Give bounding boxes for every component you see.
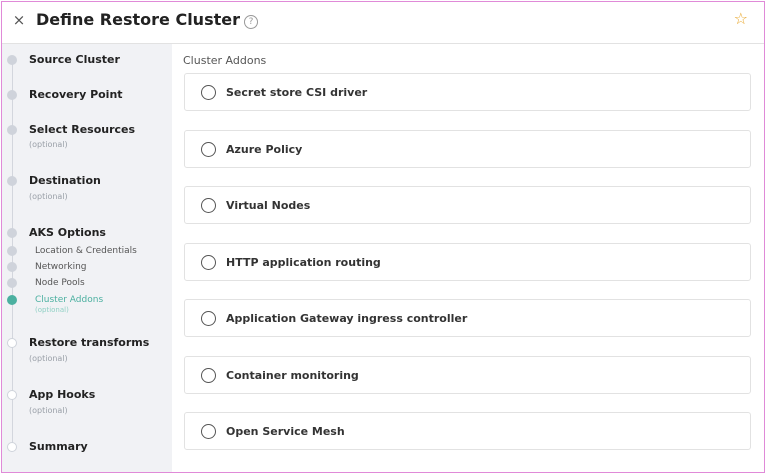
restore-cluster-dialog: × Define Restore Cluster? ☆ Source Clust… bbox=[1, 1, 765, 473]
wizard-steps-sidebar: Source Cluster Recovery Point Select Res… bbox=[2, 44, 172, 472]
addon-application-gateway-ingress[interactable]: Application Gateway ingress controller bbox=[184, 299, 751, 337]
step-dot-source-cluster bbox=[7, 55, 17, 65]
step-recovery-point[interactable]: Recovery Point bbox=[29, 88, 123, 102]
step-dot-app-hooks bbox=[7, 390, 17, 400]
addon-http-application-routing[interactable]: HTTP application routing bbox=[184, 243, 751, 281]
addon-label: Open Service Mesh bbox=[226, 425, 345, 438]
step-select-resources[interactable]: Select Resources bbox=[29, 123, 135, 137]
addon-checkbox[interactable] bbox=[201, 198, 216, 213]
step-restore-transforms[interactable]: Restore transforms bbox=[29, 336, 149, 350]
addon-label: HTTP application routing bbox=[226, 256, 381, 269]
step-dot-destination bbox=[7, 176, 17, 186]
step-select-resources-optional: (optional) bbox=[29, 140, 68, 149]
step-dot-recovery-point bbox=[7, 90, 17, 100]
addon-label: Secret store CSI driver bbox=[226, 86, 368, 99]
step-dot-select-resources bbox=[7, 125, 17, 135]
step-summary[interactable]: Summary bbox=[29, 440, 88, 454]
page-title: Define Restore Cluster? bbox=[36, 8, 258, 32]
addon-label: Application Gateway ingress controller bbox=[226, 312, 468, 325]
addon-checkbox[interactable] bbox=[201, 311, 216, 326]
substep-cluster-addons[interactable]: Cluster Addons bbox=[35, 294, 103, 306]
substep-node-pools[interactable]: Node Pools bbox=[35, 277, 85, 289]
substep-dot-networking bbox=[7, 262, 17, 272]
substep-dot-cluster-addons bbox=[7, 295, 17, 305]
dialog-header: × Define Restore Cluster? ☆ bbox=[2, 2, 764, 44]
star-icon[interactable]: ☆ bbox=[734, 9, 748, 28]
step-destination-optional: (optional) bbox=[29, 192, 68, 201]
substep-dot-node-pools bbox=[7, 278, 17, 288]
close-icon[interactable]: × bbox=[11, 11, 27, 29]
addon-checkbox[interactable] bbox=[201, 85, 216, 100]
step-dot-restore-transforms bbox=[7, 338, 17, 348]
addon-container-monitoring[interactable]: Container monitoring bbox=[184, 356, 751, 394]
addon-open-service-mesh[interactable]: Open Service Mesh bbox=[184, 412, 751, 450]
substep-dot-location bbox=[7, 246, 17, 256]
step-dot-aks-options bbox=[7, 228, 17, 238]
substep-location-credentials[interactable]: Location & Credentials bbox=[35, 245, 137, 257]
substep-cluster-addons-optional: (optional) bbox=[35, 306, 69, 314]
addon-secret-store-csi-driver[interactable]: Secret store CSI driver bbox=[184, 73, 751, 111]
substep-networking[interactable]: Networking bbox=[35, 261, 87, 273]
page-title-text: Define Restore Cluster bbox=[36, 10, 240, 29]
addon-label: Container monitoring bbox=[226, 369, 359, 382]
step-restore-transforms-optional: (optional) bbox=[29, 354, 68, 363]
cluster-addons-panel: Cluster Addons Secret store CSI driver A… bbox=[172, 44, 764, 472]
step-dot-summary bbox=[7, 442, 17, 452]
addon-label: Azure Policy bbox=[226, 143, 303, 156]
addon-checkbox[interactable] bbox=[201, 424, 216, 439]
addon-checkbox[interactable] bbox=[201, 255, 216, 270]
addon-azure-policy[interactable]: Azure Policy bbox=[184, 130, 751, 168]
step-aks-options[interactable]: AKS Options bbox=[29, 226, 106, 240]
addon-checkbox[interactable] bbox=[201, 368, 216, 383]
step-source-cluster[interactable]: Source Cluster bbox=[29, 53, 120, 67]
addon-checkbox[interactable] bbox=[201, 142, 216, 157]
help-icon[interactable]: ? bbox=[243, 15, 258, 29]
addon-label: Virtual Nodes bbox=[226, 199, 311, 212]
step-app-hooks-optional: (optional) bbox=[29, 406, 68, 415]
section-title: Cluster Addons bbox=[183, 54, 267, 67]
step-app-hooks[interactable]: App Hooks bbox=[29, 388, 95, 402]
step-destination[interactable]: Destination bbox=[29, 174, 101, 188]
addon-virtual-nodes[interactable]: Virtual Nodes bbox=[184, 186, 751, 224]
